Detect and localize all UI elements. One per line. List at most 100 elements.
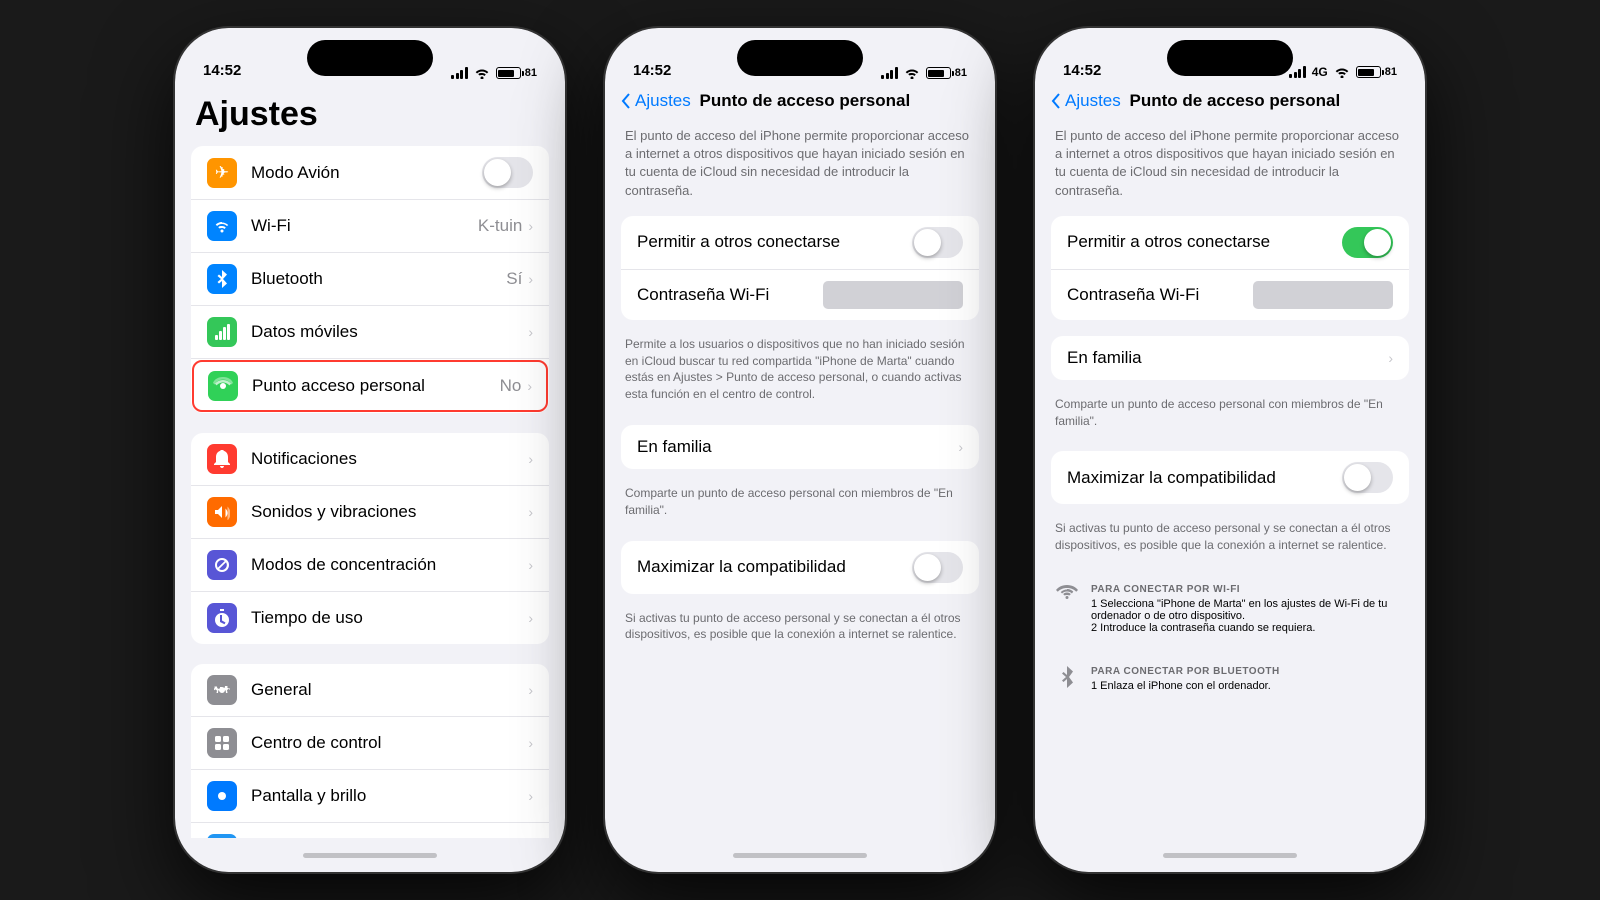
nav-back-2[interactable]: Ajustes: [621, 91, 691, 111]
dynamic-island-1: [307, 40, 433, 76]
tiempo-uso-label: Tiempo de uso: [251, 608, 528, 628]
detail-row-permitir[interactable]: Permitir a otros conectarse: [621, 216, 979, 270]
notificaciones-label: Notificaciones: [251, 449, 528, 469]
detail-group-maximizar: Maximizar la compatibilidad: [621, 541, 979, 594]
punto-acceso-label: Punto acceso personal: [252, 376, 500, 396]
maximizar-label: Maximizar la compatibilidad: [637, 557, 912, 577]
settings-row-datos[interactable]: Datos móviles ›: [191, 306, 549, 359]
wifi-connection-section: PARA CONECTAR POR WI-FI 1 Selecciona "iP…: [1051, 572, 1409, 654]
phone-1: 14:52 81: [175, 28, 565, 872]
bluetooth-connection-item: PARA CONECTAR POR BLUETOOTH 1 Enlaza el …: [1055, 666, 1405, 693]
detail-row-contrasena-3[interactable]: Contraseña Wi-Fi: [1051, 270, 1409, 320]
info-text-2: El punto de acceso del iPhone permite pr…: [621, 119, 979, 216]
punto-acceso-icon: [208, 371, 238, 401]
nav-title-2: Punto de acceso personal: [691, 91, 919, 111]
en-familia-row-3[interactable]: En familia ›: [1051, 336, 1409, 380]
en-familia-desc-3: Comparte un punto de acceso personal con…: [1051, 396, 1409, 436]
settings-row-modo-avion[interactable]: ✈ Modo Avión: [191, 146, 549, 200]
settings-row-punto-acceso[interactable]: Punto acceso personal No ›: [192, 360, 548, 412]
detail-scroll-3[interactable]: El punto de acceso del iPhone permite pr…: [1035, 119, 1425, 838]
pantalla-brillo-label: Pantalla y brillo: [251, 786, 528, 806]
settings-scroll-1[interactable]: ✈ Modo Avión Wi-Fi K-tuin ›: [175, 146, 565, 838]
bluetooth-connect-icon: [1055, 666, 1079, 693]
maximizar-desc-3: Si activas tu punto de acceso personal y…: [1051, 520, 1409, 560]
home-indicator-2: [733, 853, 867, 858]
pantalla-brillo-icon: [207, 781, 237, 811]
dynamic-island-2: [737, 40, 863, 76]
permitir-toggle-3[interactable]: [1342, 227, 1393, 258]
detail-row-maximizar-3[interactable]: Maximizar la compatibilidad: [1051, 451, 1409, 504]
settings-group-connectivity: ✈ Modo Avión Wi-Fi K-tuin ›: [191, 146, 549, 413]
centro-control-chevron: ›: [528, 735, 533, 751]
en-familia-row[interactable]: En familia ›: [621, 425, 979, 469]
bluetooth-value: Sí: [506, 269, 522, 289]
detail-scroll-2[interactable]: El punto de acceso del iPhone permite pr…: [605, 119, 995, 838]
maximizar-label-3: Maximizar la compatibilidad: [1067, 468, 1342, 488]
home-indicator-1: [303, 853, 437, 858]
nav-bar-3: Ajustes Punto de acceso personal: [1035, 87, 1425, 119]
info-text-3: El punto de acceso del iPhone permite pr…: [1051, 119, 1409, 216]
permitir-toggle[interactable]: [912, 227, 963, 258]
detail-group-maximizar-3: Maximizar la compatibilidad: [1051, 451, 1409, 504]
detail-row-contrasena[interactable]: Contraseña Wi-Fi: [621, 270, 979, 320]
en-familia-chevron: ›: [958, 439, 963, 455]
modo-avion-toggle[interactable]: [482, 157, 533, 188]
wifi-chevron: ›: [528, 218, 533, 234]
detail-row-permitir-3[interactable]: Permitir a otros conectarse: [1051, 216, 1409, 270]
maximizar-toggle[interactable]: [912, 552, 963, 583]
datos-label: Datos móviles: [251, 322, 528, 342]
nav-back-3[interactable]: Ajustes: [1051, 91, 1121, 111]
detail-group-conectar: Permitir a otros conectarse Contraseña W…: [621, 216, 979, 320]
maximizar-desc-2: Si activas tu punto de acceso personal y…: [621, 610, 979, 650]
settings-row-sonidos[interactable]: Sonidos y vibraciones ›: [191, 486, 549, 539]
settings-row-general[interactable]: General ›: [191, 664, 549, 717]
bluetooth-label: Bluetooth: [251, 269, 506, 289]
permitir-label-3: Permitir a otros conectarse: [1067, 232, 1342, 252]
detail-group-conectar-3: Permitir a otros conectarse Contraseña W…: [1051, 216, 1409, 320]
settings-row-concentracion[interactable]: Modos de concentración ›: [191, 539, 549, 592]
settings-row-centro-control[interactable]: Centro de control ›: [191, 717, 549, 770]
battery-icon-1: 81: [496, 67, 537, 79]
maximizar-toggle-3[interactable]: [1342, 462, 1393, 493]
settings-row-wifi[interactable]: Wi-Fi K-tuin ›: [191, 200, 549, 253]
contrasena-label: Contraseña Wi-Fi: [637, 285, 823, 305]
wifi-connect-icon: [1055, 584, 1079, 605]
concentracion-icon: [207, 550, 237, 580]
en-familia-desc-2: Comparte un punto de acceso personal con…: [621, 485, 979, 525]
detail-group-familia: En familia ›: [621, 425, 979, 469]
punto-acceso-value: No: [500, 376, 522, 396]
wifi-value: K-tuin: [478, 216, 522, 236]
pantalla-brillo-chevron: ›: [528, 788, 533, 804]
en-familia-chevron-3: ›: [1388, 350, 1393, 366]
page-title-1: Ajustes: [175, 87, 565, 146]
datos-icon: [207, 317, 237, 347]
battery-icon-2: 81: [926, 67, 967, 79]
home-indicator-3: [1163, 853, 1297, 858]
home-bar-3: [1035, 838, 1425, 872]
settings-row-pantalla-brillo[interactable]: Pantalla y brillo ›: [191, 770, 549, 823]
wifi-connection-item: PARA CONECTAR POR WI-FI 1 Selecciona "iP…: [1055, 584, 1405, 634]
home-bar-1: [175, 838, 565, 872]
bluetooth-row-icon: [207, 264, 237, 294]
settings-group-notifications: Notificaciones › Sonidos y vibraciones ›: [191, 433, 549, 644]
general-icon: [207, 675, 237, 705]
concentracion-label: Modos de concentración: [251, 555, 528, 575]
status-time-1: 14:52: [203, 62, 241, 79]
notificaciones-icon: [207, 444, 237, 474]
modo-avion-icon: ✈: [207, 158, 237, 188]
phone-3: 14:52 4G 81: [1035, 28, 1425, 872]
settings-row-pantalla-inicio[interactable]: Pantalla de inicio ›: [191, 823, 549, 838]
general-label: General: [251, 680, 528, 700]
general-chevron: ›: [528, 682, 533, 698]
wifi-row-icon: [207, 211, 237, 241]
detail-row-maximizar[interactable]: Maximizar la compatibilidad: [621, 541, 979, 594]
status-time-2: 14:52: [633, 62, 671, 79]
settings-row-bluetooth[interactable]: Bluetooth Sí ›: [191, 253, 549, 306]
signal-label-3: 4G: [1312, 65, 1328, 79]
settings-row-notificaciones[interactable]: Notificaciones ›: [191, 433, 549, 486]
settings-row-tiempo-uso[interactable]: Tiempo de uso ›: [191, 592, 549, 644]
wifi-connect-text: PARA CONECTAR POR WI-FI 1 Selecciona "iP…: [1091, 584, 1405, 634]
status-icons-2: 81: [881, 67, 967, 79]
signal-icon-1: [451, 67, 468, 79]
nav-bar-2: Ajustes Punto de acceso personal: [605, 87, 995, 119]
